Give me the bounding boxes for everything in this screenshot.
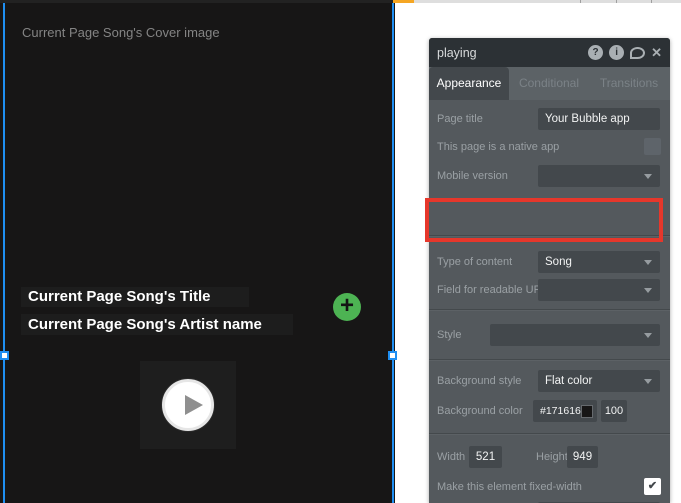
selection-border-left xyxy=(3,3,5,503)
type-of-content-label: Type of content xyxy=(437,256,513,268)
fixed-width-label: Make this element fixed-width xyxy=(437,481,582,493)
tab-strip: Appearance Conditional Transitions xyxy=(429,67,670,100)
mobile-version-dropdown[interactable] xyxy=(538,165,660,187)
style-label: Style xyxy=(437,329,462,341)
cover-image-placeholder[interactable]: Current Page Song's Cover image xyxy=(22,25,220,40)
comment-icon[interactable] xyxy=(630,46,646,59)
readable-url-dropdown[interactable] xyxy=(538,279,660,301)
close-icon[interactable]: ✕ xyxy=(651,45,662,60)
background-color-picker[interactable]: #171616 xyxy=(533,400,597,422)
song-artist-element[interactable]: Current Page Song's Artist name xyxy=(21,314,293,335)
play-button[interactable] xyxy=(162,379,214,431)
chevron-down-icon xyxy=(644,333,652,338)
panel-header[interactable]: playing ? i ✕ xyxy=(429,38,670,67)
resize-handle-right[interactable] xyxy=(388,351,397,360)
color-swatch xyxy=(580,404,593,418)
section-divider xyxy=(429,235,670,236)
mobile-version-label: Mobile version xyxy=(437,170,508,182)
section-divider xyxy=(429,309,670,310)
page-title-input[interactable]: Your Bubble app xyxy=(538,108,660,130)
native-app-checkbox[interactable] xyxy=(644,138,661,155)
property-editor-panel: playing ? i ✕ Appearance Conditional Tra… xyxy=(429,38,670,503)
background-style-dropdown[interactable]: Flat color xyxy=(538,370,660,392)
background-color-label: Background color xyxy=(437,405,523,417)
selection-border-right xyxy=(392,3,394,503)
info-icon[interactable]: i xyxy=(609,45,625,60)
tab-transitions[interactable]: Transitions xyxy=(589,67,669,100)
background-color-value: #171616 xyxy=(540,405,581,417)
help-icon[interactable]: ? xyxy=(588,45,604,60)
fixed-width-checkbox[interactable]: ✔ xyxy=(644,478,661,495)
ruler-tick xyxy=(580,0,581,3)
panel-title: playing xyxy=(437,45,477,60)
song-title-element[interactable]: Current Page Song's Title xyxy=(21,287,249,307)
add-button[interactable]: + xyxy=(333,293,361,321)
section-divider xyxy=(429,359,670,360)
readable-url-label: Field for readable URL xyxy=(437,284,548,296)
width-label: Width xyxy=(437,451,466,463)
tab-conditional[interactable]: Conditional xyxy=(509,67,589,100)
background-style-value: Flat color xyxy=(545,375,593,387)
style-dropdown[interactable] xyxy=(490,324,660,346)
ruler-tick xyxy=(616,0,617,3)
ruler-tick xyxy=(651,0,652,3)
tab-appearance[interactable]: Appearance xyxy=(429,67,509,100)
chevron-down-icon xyxy=(644,379,652,384)
chevron-down-icon xyxy=(644,174,652,179)
chevron-down-icon xyxy=(644,260,652,265)
page-canvas[interactable]: Current Page Song's Cover image Current … xyxy=(0,3,395,503)
height-input[interactable]: 949 xyxy=(567,446,598,468)
background-opacity-input[interactable]: 100 xyxy=(601,400,627,422)
ruler-orange-segment xyxy=(393,0,414,3)
ruler-light-segment xyxy=(414,0,681,3)
panel-body: Page title Your Bubble app This page is … xyxy=(429,100,670,503)
editor-screen: Current Page Song's Cover image Current … xyxy=(0,0,681,503)
checkmark-icon: ✔ xyxy=(647,480,658,492)
width-input[interactable]: 521 xyxy=(469,446,502,468)
native-app-label: This page is a native app xyxy=(437,141,560,153)
type-of-content-value: Song xyxy=(545,256,572,268)
plus-icon: + xyxy=(339,292,354,319)
type-of-content-dropdown[interactable]: Song xyxy=(538,251,660,273)
section-divider xyxy=(429,433,670,434)
chevron-down-icon xyxy=(644,288,652,293)
page-title-label: Page title xyxy=(437,113,483,125)
background-style-label: Background style xyxy=(437,375,522,387)
resize-handle-left[interactable] xyxy=(0,351,9,360)
height-label: Height xyxy=(536,451,568,463)
play-icon xyxy=(185,395,203,415)
